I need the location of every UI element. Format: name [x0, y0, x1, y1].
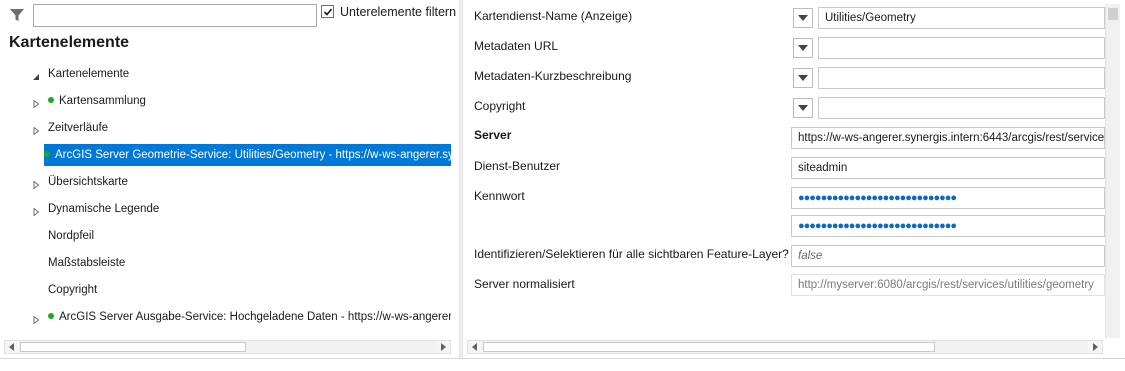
tree-item[interactable]: Zeitverläufe — [48, 117, 108, 139]
chevron-down-icon — [798, 45, 808, 51]
scroll-thumb[interactable] — [1108, 8, 1118, 20]
property-horizontal-scrollbar[interactable] — [467, 340, 1103, 354]
filter-subitems-label: Unterelemente filtern — [340, 5, 457, 19]
tree-item-label: Übersichtskarte — [48, 176, 128, 188]
property-value-field[interactable] — [818, 67, 1105, 89]
chevron-down-icon — [798, 105, 808, 111]
property-label: Kennwort — [474, 189, 525, 203]
tree-item-label: Kartenelemente — [48, 68, 130, 80]
tree-horizontal-scrollbar[interactable] — [4, 340, 451, 354]
property-value: ●●●●●●●●●●●●●●●●●●●●●●●●●●●● — [798, 220, 957, 232]
dropdown-button[interactable] — [793, 8, 813, 28]
status-strip — [0, 358, 1125, 371]
tree-item-label: ArcGIS Server Geometrie-Service: Utiliti… — [55, 149, 451, 161]
property-value-field[interactable] — [818, 97, 1105, 119]
property-grid: Kartendienst-Name (Anzeige) Utilities/Geo… — [463, 0, 1125, 358]
password-field[interactable]: ●●●●●●●●●●●●●●●●●●●●●●●●●●●● — [791, 187, 1105, 209]
filter-input[interactable] — [33, 4, 317, 27]
dropdown-button[interactable] — [793, 38, 813, 58]
collapsed-arrow-icon[interactable] — [32, 313, 40, 325]
property-value: siteadmin — [798, 162, 848, 174]
tree-item[interactable]: Dynamische Legende — [48, 198, 159, 220]
password-field[interactable]: ●●●●●●●●●●●●●●●●●●●●●●●●●●●● — [791, 215, 1105, 237]
property-value: false — [798, 250, 823, 262]
tree-item[interactable]: Kartensammlung — [48, 90, 146, 112]
tree-item[interactable]: Nordpfeil — [48, 225, 94, 247]
collapsed-arrow-icon[interactable] — [32, 97, 40, 109]
property-label: Server — [474, 128, 512, 142]
property-label: Kartendienst-Name (Anzeige) — [474, 9, 633, 23]
tree-item-label: Zeitverläufe — [48, 122, 109, 134]
tree-item[interactable]: Kartenelemente — [48, 63, 129, 85]
property-label: Dienst-Benutzer — [474, 159, 561, 173]
property-value-field[interactable] — [818, 37, 1105, 59]
status-dot-icon — [48, 97, 54, 103]
chevron-down-icon — [798, 15, 808, 21]
collapsed-arrow-icon[interactable] — [32, 124, 40, 136]
scroll-left-button[interactable] — [5, 341, 19, 353]
tree-item[interactable]: ArcGIS Server Geometrie-Service: Utiliti… — [44, 144, 451, 166]
property-value: https://w-ws-angerer.synergis.intern:644… — [798, 132, 1105, 144]
scroll-left-button[interactable] — [468, 341, 482, 353]
map-elements-panel: Unterelemente filtern Kartenelemente Kar… — [0, 0, 459, 358]
property-value-field[interactable]: siteadmin — [791, 157, 1105, 179]
tree-item-label: Copyright — [48, 284, 98, 296]
property-label: Metadaten-Kurzbeschreibung — [474, 69, 632, 83]
property-value-field[interactable]: Utilities/Geometry — [818, 7, 1105, 29]
property-value-field[interactable]: false — [791, 245, 1105, 267]
property-value: http://myserver:6080/arcgis/rest/service… — [798, 279, 1094, 291]
status-dot-icon — [48, 313, 54, 319]
property-value-field[interactable]: https://w-ws-angerer.synergis.intern:644… — [791, 127, 1105, 149]
dropdown-button[interactable] — [793, 68, 813, 88]
chevron-down-icon — [798, 75, 808, 81]
tree-item[interactable]: Copyright — [48, 279, 97, 301]
property-label: Copyright — [474, 99, 526, 113]
property-label: Metadaten URL — [474, 39, 559, 53]
tree-item-label: Nordpfeil — [48, 230, 95, 242]
scroll-right-button[interactable] — [1088, 341, 1102, 353]
property-label: Identifizieren/Selektieren für alle sich… — [474, 247, 789, 261]
funnel-icon[interactable] — [9, 7, 25, 23]
tree-item-label: Kartensammlung — [59, 95, 146, 107]
property-value: ●●●●●●●●●●●●●●●●●●●●●●●●●●●● — [798, 192, 957, 204]
collapsed-arrow-icon[interactable] — [32, 178, 40, 190]
tree-item[interactable]: ArcGIS Server Ausgabe-Service: Hochgelad… — [48, 306, 451, 328]
tree-item-label: ArcGIS Server Ausgabe-Service: Hochgelad… — [59, 311, 451, 323]
panel-title: Kartenelemente — [9, 34, 130, 51]
filter-subitems-checkbox[interactable] — [321, 5, 334, 18]
property-value: Utilities/Geometry — [825, 12, 916, 24]
tree-item[interactable]: Maßstabsleiste — [48, 252, 125, 274]
collapsed-arrow-icon[interactable] — [32, 205, 40, 217]
tree-item[interactable]: Übersichtskarte — [48, 171, 128, 193]
scroll-thumb[interactable] — [483, 342, 935, 352]
property-value-field[interactable]: http://myserver:6080/arcgis/rest/service… — [791, 274, 1105, 296]
status-dot-icon — [44, 151, 50, 157]
dropdown-button[interactable] — [793, 98, 813, 118]
scroll-thumb[interactable] — [20, 342, 246, 352]
scroll-right-button[interactable] — [436, 341, 450, 353]
expanded-arrow-icon[interactable] — [32, 70, 40, 80]
tree-item-label: Dynamische Legende — [48, 203, 160, 215]
tree-item-label: Maßstabsleiste — [48, 257, 126, 269]
property-label: Server normalisiert — [474, 277, 575, 291]
property-vertical-scrollbar[interactable] — [1105, 4, 1120, 338]
